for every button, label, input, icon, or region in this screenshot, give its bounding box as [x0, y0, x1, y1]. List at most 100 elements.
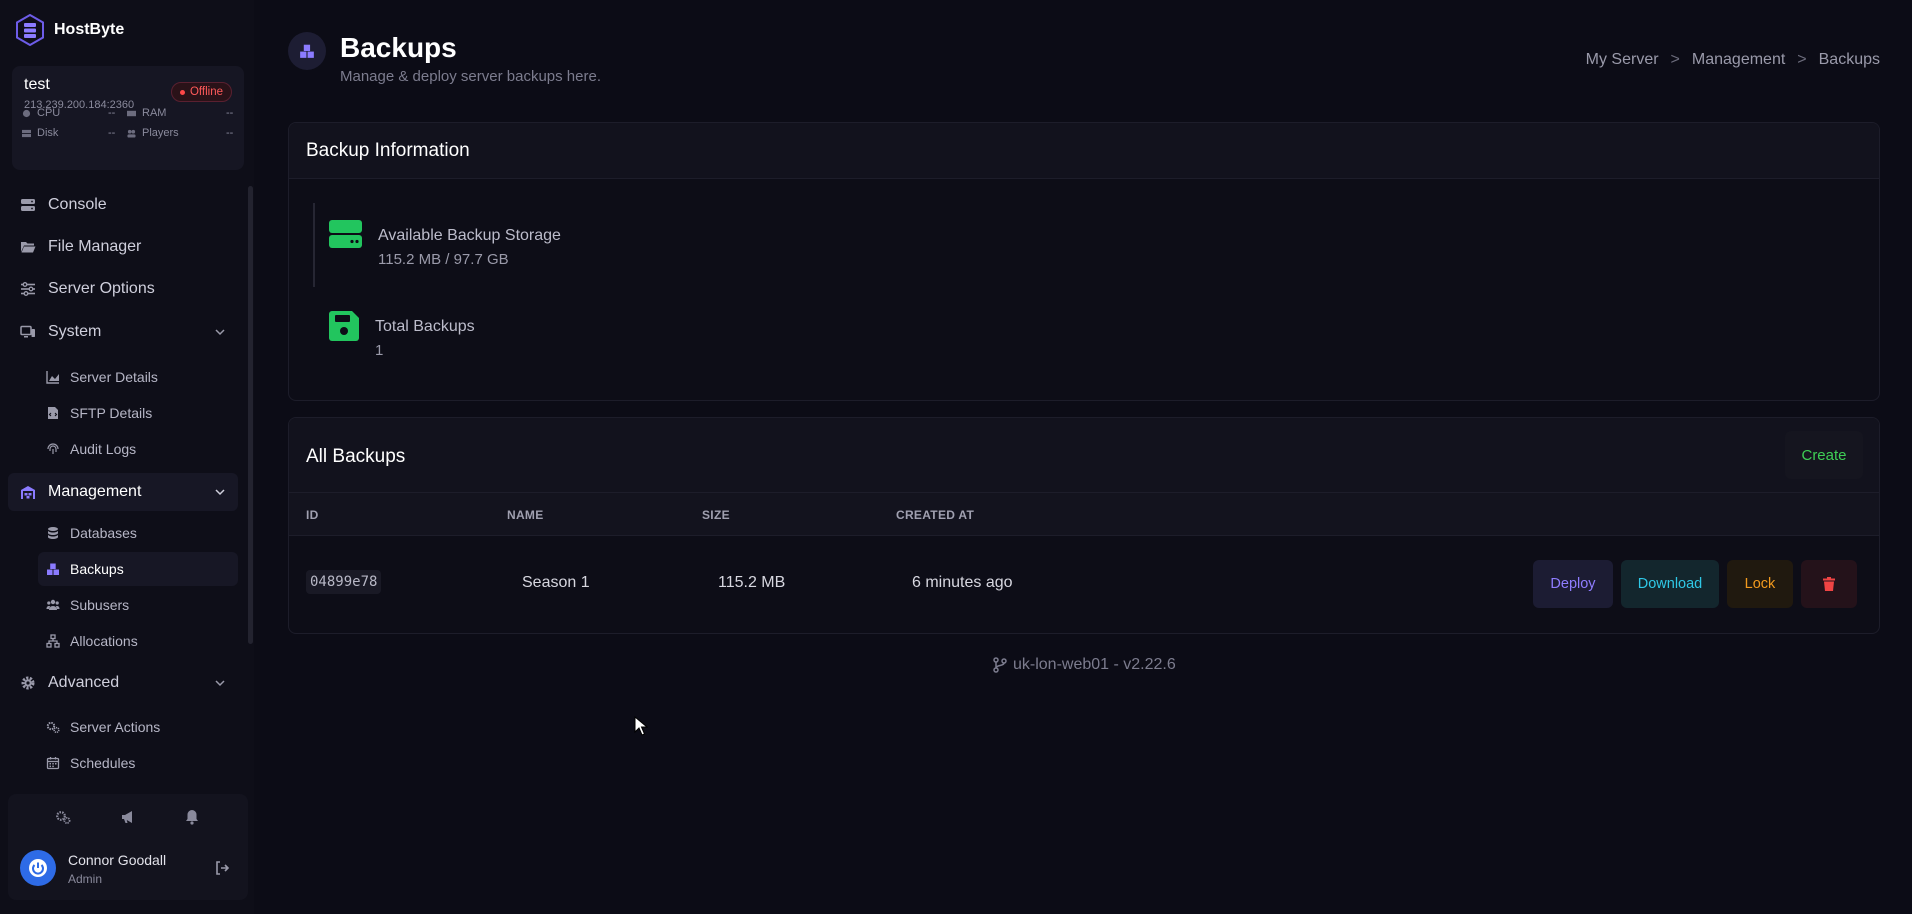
allocations-label: Allocations	[70, 633, 138, 649]
code-branch-icon	[993, 657, 1007, 673]
breadcrumb-item[interactable]: My Server	[1586, 51, 1659, 69]
storage-info: Available Backup Storage 115.2 MB / 97.7…	[329, 220, 561, 268]
storage-text: Available Backup Storage 115.2 MB / 97.7…	[378, 220, 561, 268]
trash-icon	[1823, 577, 1835, 591]
logout-icon[interactable]	[214, 860, 230, 876]
fingerprint-icon	[47, 443, 59, 454]
boxes-icon	[300, 44, 314, 58]
hostbyte-logo-icon	[16, 14, 44, 46]
breadcrumb: My Server > Management > Backups	[1586, 51, 1880, 69]
page-subtitle: Manage & deploy server backups here.	[340, 68, 601, 85]
nav-console-label: Console	[48, 196, 107, 213]
column-header-created-at: CREATED AT	[896, 508, 975, 522]
network-icon	[46, 634, 60, 648]
cpu-value: --	[108, 107, 116, 119]
nav-advanced[interactable]: Advanced	[8, 664, 238, 702]
sidebar-item-schedules[interactable]: Schedules	[38, 746, 238, 780]
sidebar-item-server-actions[interactable]: Server Actions	[38, 710, 238, 744]
footer-version: uk-lon-web01 - v2.22.6	[993, 656, 1176, 674]
breadcrumb-item[interactable]: Management	[1692, 51, 1785, 69]
breadcrumb-item-current: Backups	[1818, 51, 1880, 68]
avatar[interactable]	[20, 850, 56, 886]
audit-logs-label: Audit Logs	[70, 441, 137, 457]
floppy-disk-icon	[329, 311, 359, 341]
brand-name: HostByte	[54, 21, 125, 38]
nav-file-manager[interactable]: File Manager	[8, 228, 238, 266]
total-backups-text: Total Backups 1	[375, 311, 475, 359]
hard-drive-icon	[329, 220, 362, 248]
folder-open-icon	[21, 242, 36, 253]
bullhorn-icon[interactable]	[119, 808, 137, 826]
subusers-label: Subusers	[70, 597, 130, 613]
sidebar-item-subusers[interactable]: Subusers	[38, 588, 238, 622]
sidebar-item-allocations[interactable]: Allocations	[38, 624, 238, 658]
download-button[interactable]: Download	[1621, 560, 1719, 608]
storage-value: 115.2 MB / 97.7 GB	[378, 251, 509, 268]
user-role: Admin	[68, 872, 103, 886]
sidebar-scrollbar[interactable]	[248, 186, 253, 644]
memory-icon	[127, 110, 136, 116]
column-header-name: NAME	[507, 508, 544, 522]
page-icon	[288, 32, 326, 70]
server-name: test	[24, 76, 50, 93]
disk-label: Disk	[37, 127, 59, 139]
sftp-details-label: SFTP Details	[70, 405, 153, 421]
status-badge: Offline	[170, 82, 232, 102]
user-name: Connor Goodall	[68, 852, 167, 868]
version-text: uk-lon-web01 - v2.22.6	[1013, 656, 1176, 673]
brand[interactable]: HostByte	[14, 14, 124, 46]
backups-label: Backups	[70, 561, 124, 577]
server-card[interactable]: test 213.239.200.184:2360 Offline CPU --…	[12, 66, 244, 170]
players-value: --	[226, 127, 234, 139]
sidebar: HostByte test 213.239.200.184:2360 Offli…	[0, 0, 254, 914]
nav-management[interactable]: Management	[8, 473, 238, 511]
column-header-id: ID	[306, 508, 319, 522]
sidebar-item-sftp-details[interactable]: SFTP Details	[38, 396, 238, 430]
cpu-stat: CPU	[22, 107, 60, 119]
delete-button[interactable]	[1801, 560, 1857, 608]
gear-icon	[21, 676, 35, 690]
nav-file-manager-label: File Manager	[48, 238, 142, 255]
database-icon	[48, 527, 58, 539]
backup-info-card: Backup Information Available Backup Stor…	[288, 122, 1880, 401]
players-icon	[127, 129, 136, 138]
disk-value: --	[108, 127, 116, 139]
sidebar-item-databases[interactable]: Databases	[38, 516, 238, 550]
bell-icon[interactable]	[183, 808, 201, 826]
server-icon	[21, 199, 35, 211]
create-backup-button[interactable]: Create	[1785, 431, 1863, 479]
ram-label: RAM	[142, 107, 167, 119]
calendar-icon	[46, 757, 60, 770]
disk-icon	[22, 129, 31, 137]
cpu-label: CPU	[37, 107, 61, 119]
nav-system[interactable]: System	[8, 313, 238, 351]
card-header: All Backups Create	[289, 418, 1879, 492]
total-backups-label: Total Backups	[375, 318, 475, 335]
divider	[313, 203, 315, 287]
sidebar-item-backups[interactable]: Backups	[38, 552, 238, 586]
server-actions-label: Server Actions	[70, 719, 161, 735]
server-details-label: Server Details	[70, 369, 158, 385]
sidebar-item-audit-logs[interactable]: Audit Logs	[38, 432, 238, 466]
cpu-icon	[22, 109, 31, 117]
lock-button[interactable]: Lock	[1727, 560, 1793, 608]
table-header: ID NAME SIZE CREATED AT	[289, 492, 1879, 536]
databases-label: Databases	[70, 525, 137, 541]
status-dot	[179, 89, 185, 95]
nav-advanced-label: Advanced	[48, 674, 120, 691]
power-icon	[29, 859, 47, 877]
user-panel: Connor Goodall Admin	[8, 794, 248, 900]
chart-area-icon	[46, 371, 59, 384]
nav-console[interactable]: Console	[8, 186, 238, 224]
users-icon	[46, 599, 60, 610]
players-stat: Players	[127, 127, 179, 139]
deploy-button[interactable]: Deploy	[1533, 560, 1613, 608]
nav-server-options-label: Server Options	[48, 280, 155, 297]
nav-server-options[interactable]: Server Options	[8, 270, 238, 308]
desktop-icon	[20, 325, 35, 338]
chevron-down-icon	[215, 680, 225, 687]
card-header: Backup Information	[289, 123, 1879, 179]
settings-gears-icon[interactable]	[54, 808, 72, 826]
sidebar-item-server-details[interactable]: Server Details	[38, 360, 238, 394]
sliders-icon	[21, 282, 35, 296]
